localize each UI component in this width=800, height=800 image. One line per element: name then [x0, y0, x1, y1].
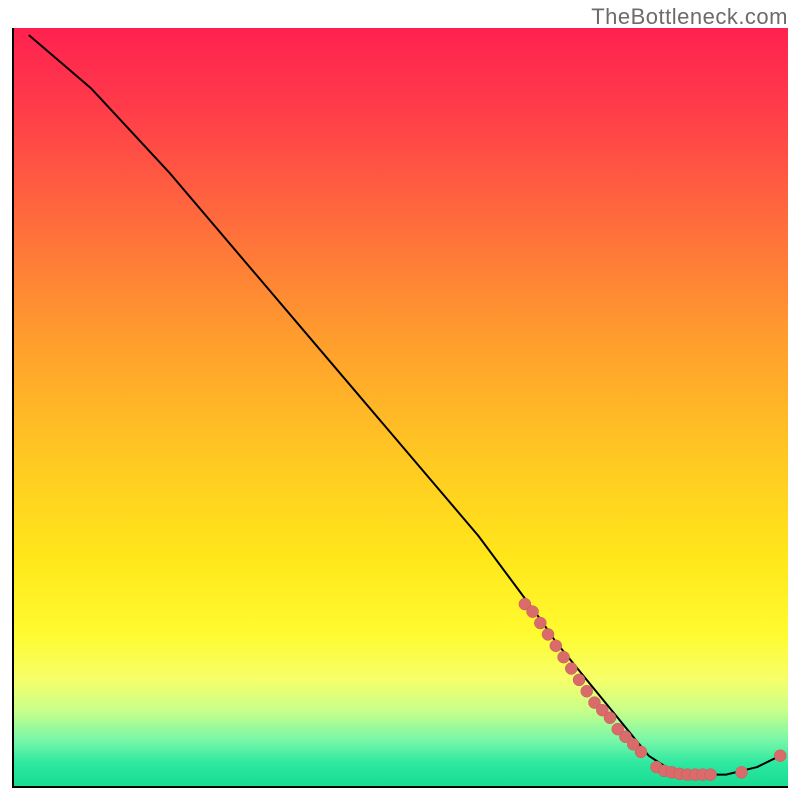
scatter-group — [519, 598, 786, 781]
scatter-point — [534, 617, 546, 629]
chart-overlay — [14, 28, 788, 786]
chart-container: TheBottleneck.com — [0, 0, 800, 800]
scatter-point — [565, 663, 577, 675]
curve-group — [29, 36, 780, 775]
bottleneck-curve-line — [29, 36, 780, 775]
scatter-point — [604, 712, 616, 724]
scatter-point — [774, 750, 786, 762]
scatter-point — [635, 746, 647, 758]
plot-area — [12, 28, 788, 788]
scatter-point — [736, 766, 748, 778]
scatter-point — [581, 685, 593, 697]
watermark-text: TheBottleneck.com — [591, 4, 788, 30]
scatter-point — [542, 628, 554, 640]
scatter-point — [705, 769, 717, 781]
scatter-point — [550, 640, 562, 652]
scatter-point — [558, 651, 570, 663]
scatter-point — [527, 606, 539, 618]
scatter-point — [573, 674, 585, 686]
